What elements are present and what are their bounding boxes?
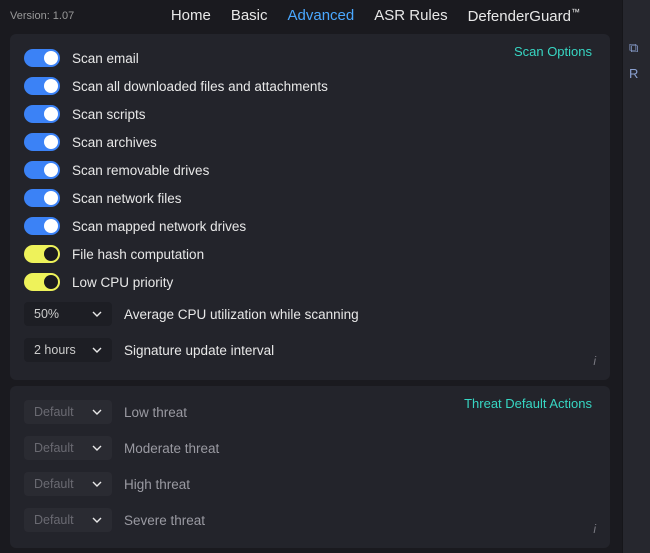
select-signature-interval[interactable]: 2 hours [24,338,112,362]
toggle-row-scan-email: Scan email [24,44,596,72]
select-row-signature-interval: 2 hours Signature update interval [24,332,596,368]
scan-options-panel: Scan Options Scan email Scan all downloa… [10,34,610,380]
toggle-label: Low CPU priority [72,275,173,290]
toggle-label: Scan removable drives [72,163,209,178]
toggle-file-hash[interactable] [24,245,60,263]
toggle-scan-email[interactable] [24,49,60,67]
toggle-scan-scripts[interactable] [24,105,60,123]
select-value: Default [34,477,74,491]
toggle-label: Scan all downloaded files and attachment… [72,79,328,94]
toggle-label: Scan mapped network drives [72,219,246,234]
select-label: Average CPU utilization while scanning [124,307,359,322]
chevron-down-icon [92,481,102,487]
select-low-threat[interactable]: Default [24,400,112,424]
select-label: Moderate threat [124,441,219,456]
toggle-row-scan-downloaded: Scan all downloaded files and attachment… [24,72,596,100]
select-label: Signature update interval [124,343,274,358]
chevron-down-icon [92,445,102,451]
tab-basic[interactable]: Basic [231,7,268,25]
toggle-label: Scan email [72,51,139,66]
tab-advanced[interactable]: Advanced [288,7,355,25]
chevron-down-icon [92,347,102,353]
chevron-down-icon [92,311,102,317]
select-value: 2 hours [34,343,76,357]
chevron-down-icon [92,409,102,415]
select-row-severe-threat: Default Severe threat [24,502,596,538]
toggle-scan-mapped[interactable] [24,217,60,235]
version-label: Version: 1.07 [10,10,74,22]
toggle-scan-archives[interactable] [24,133,60,151]
select-value: Default [34,513,74,527]
select-value: Default [34,405,74,419]
chevron-down-icon [92,517,102,523]
toggle-label: File hash computation [72,247,204,262]
select-label: Low threat [124,405,187,420]
toggle-row-scan-archives: Scan archives [24,128,596,156]
strip-icon-2[interactable]: R [629,66,638,81]
toggle-low-cpu[interactable] [24,273,60,291]
select-row-moderate-threat: Default Moderate threat [24,430,596,466]
tab-home[interactable]: Home [171,7,211,25]
threat-actions-panel: Threat Default Actions Default Low threa… [10,386,610,548]
toggle-row-scan-removable: Scan removable drives [24,156,596,184]
right-strip: ⧉ R [622,0,650,553]
select-label: High threat [124,477,190,492]
select-row-cpu-util: 50% Average CPU utilization while scanni… [24,296,596,332]
toggle-label: Scan network files [72,191,182,206]
select-severe-threat[interactable]: Default [24,508,112,532]
tab-asr-rules[interactable]: ASR Rules [374,7,447,25]
select-label: Severe threat [124,513,205,528]
toggle-row-low-cpu: Low CPU priority [24,268,596,296]
toggle-row-scan-network: Scan network files [24,184,596,212]
toggle-row-scan-mapped: Scan mapped network drives [24,212,596,240]
section-title-scan-options: Scan Options [514,44,592,59]
info-icon[interactable]: i [593,354,596,368]
select-row-high-threat: Default High threat [24,466,596,502]
toggle-scan-network[interactable] [24,189,60,207]
toggle-scan-downloaded[interactable] [24,77,60,95]
strip-icon-1[interactable]: ⧉ [629,40,638,56]
toggle-scan-removable[interactable] [24,161,60,179]
toggle-label: Scan scripts [72,107,146,122]
info-icon[interactable]: i [593,522,596,536]
select-value: 50% [34,307,59,321]
select-cpu-util[interactable]: 50% [24,302,112,326]
top-bar: Version: 1.07 Home Basic Advanced ASR Ru… [0,0,620,28]
tabs: Home Basic Advanced ASR Rules DefenderGu… [171,7,580,25]
select-high-threat[interactable]: Default [24,472,112,496]
toggle-row-file-hash: File hash computation [24,240,596,268]
toggle-row-scan-scripts: Scan scripts [24,100,596,128]
select-moderate-threat[interactable]: Default [24,436,112,460]
toggle-label: Scan archives [72,135,157,150]
tab-defenderguard[interactable]: DefenderGuard™ [468,7,580,25]
section-title-threat-actions: Threat Default Actions [464,396,592,411]
select-value: Default [34,441,74,455]
